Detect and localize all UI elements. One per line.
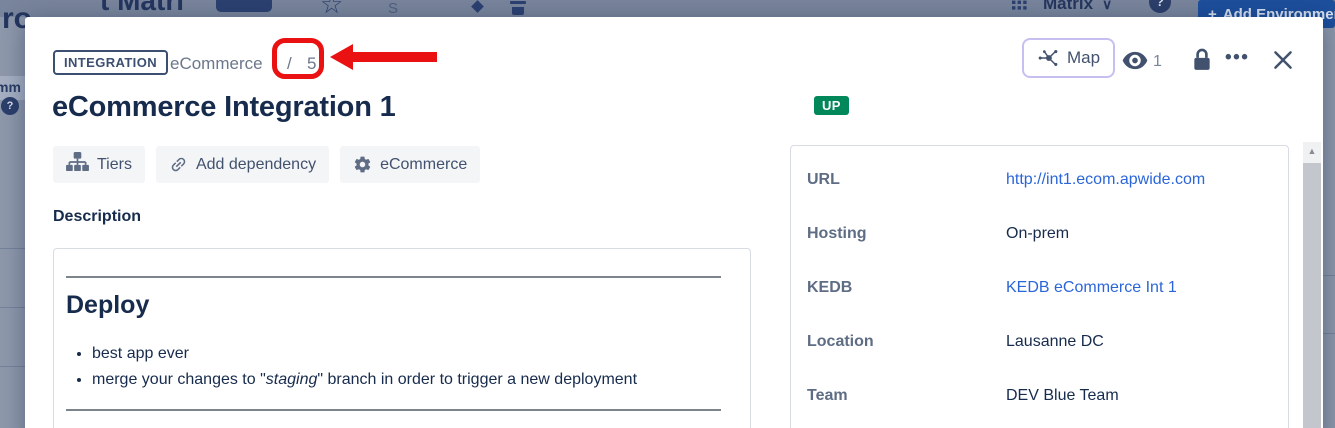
action-button-row: Tiers Add dependency eCommerce [53, 146, 480, 183]
page-header-chip [216, 0, 272, 12]
map-network-icon [1037, 47, 1059, 69]
divider [66, 276, 721, 278]
background-row-divider [0, 366, 25, 367]
detail-label: Team [807, 387, 848, 405]
page-title: eCommerce Integration 1 [52, 91, 396, 124]
help-icon[interactable]: ? [1, 97, 19, 115]
detail-label: Hosting [807, 225, 867, 243]
grid-view-icon[interactable] [1012, 0, 1027, 15]
tiers-hierarchy-icon [66, 152, 89, 177]
page-topbar [0, 0, 1335, 17]
link-icon [165, 151, 192, 178]
scrollbar-up-arrow[interactable]: ▲ [1303, 142, 1321, 160]
detail-row-hosting: Hosting On-prem [791, 225, 1288, 247]
add-dependency-label: Add dependency [196, 156, 316, 174]
tiers-button[interactable]: Tiers [53, 146, 145, 183]
description-content: Deploy best app ever merge your changes … [53, 248, 751, 428]
description-heading: Deploy [66, 291, 149, 320]
map-label: Map [1067, 48, 1100, 68]
gear-icon [353, 155, 372, 174]
url-link[interactable]: http://int1.ecom.apwide.com [1006, 171, 1205, 189]
detail-label: KEDB [807, 279, 852, 297]
add-dependency-button[interactable]: Add dependency [156, 146, 329, 183]
screen: ro t Matri ☆ S Matrix ∨ ? + Add Environm… [0, 0, 1335, 428]
detail-row-kedb: KEDB KEDB eCommerce Int 1 [791, 279, 1288, 301]
scrollbar[interactable]: ▲ [1303, 142, 1321, 428]
breadcrumb-category: eCommerce [170, 54, 263, 74]
more-options-icon[interactable]: ••• [1225, 47, 1249, 69]
detail-row-url: URL http://int1.ecom.apwide.com [791, 171, 1288, 193]
divider [66, 409, 721, 411]
matrix-view-selector[interactable]: Matrix [1043, 0, 1093, 14]
description-bullet-list: best app ever merge your changes to "sta… [68, 341, 637, 393]
detail-row-location: Location Lausanne DC [791, 333, 1288, 355]
list-item: merge your changes to "staging" branch i… [92, 367, 637, 393]
annotation-red-circle [272, 38, 324, 79]
lock-icon[interactable] [1192, 48, 1212, 74]
annotation-red-arrow [352, 52, 437, 62]
detail-label: URL [807, 171, 840, 189]
annotation-red-arrow [330, 44, 353, 70]
environment-details-card: URL http://int1.ecom.apwide.com Hosting … [790, 145, 1289, 428]
detail-value: DEV Blue Team [1006, 387, 1119, 405]
trash-icon[interactable] [510, 1, 526, 4]
watchers-count: 1 [1153, 53, 1162, 71]
background-row-divider [0, 307, 25, 308]
environment-details-dialog: INTEGRATION eCommerce / 5 eCommerce Inte… [25, 17, 1323, 428]
background-row-divider [0, 248, 25, 249]
list-item: best app ever [92, 341, 637, 367]
detail-value: On-prem [1006, 225, 1069, 243]
environment-type-badge: INTEGRATION [53, 50, 168, 75]
tiers-label: Tiers [97, 156, 132, 174]
detail-value: Lausanne DC [1006, 333, 1104, 351]
kedb-link[interactable]: KEDB eCommerce Int 1 [1006, 279, 1177, 297]
ecommerce-settings-button[interactable]: eCommerce [340, 146, 480, 183]
background-row-divider [1323, 275, 1335, 276]
detail-label: Location [807, 333, 874, 351]
background-column-fragment: mm [0, 79, 21, 95]
description-section-label: Description [53, 208, 141, 226]
page-title-fragment: t Matri [100, 0, 184, 17]
status-badge: UP [814, 96, 849, 115]
map-button[interactable]: Map [1022, 38, 1115, 78]
close-icon[interactable] [1270, 47, 1296, 76]
ecommerce-category-label: eCommerce [380, 156, 467, 174]
watchers-eye-icon[interactable] [1122, 50, 1148, 74]
background-row-divider [1323, 333, 1335, 334]
trash-icon[interactable] [512, 7, 524, 15]
chevron-down-icon[interactable]: ∨ [1102, 0, 1112, 13]
toolbar-text-fragment: S [388, 0, 398, 17]
scrollbar-thumb[interactable] [1303, 163, 1321, 428]
detail-row-team: Team DEV Blue Team [791, 387, 1288, 409]
